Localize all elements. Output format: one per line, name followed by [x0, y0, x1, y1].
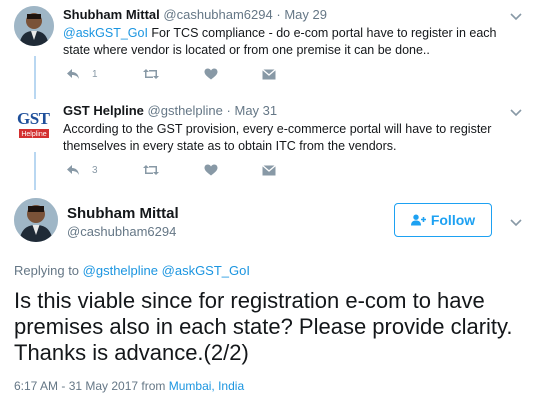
- follow-button[interactable]: Follow: [394, 203, 492, 237]
- tweet-header: GST Helpline @gsthelpline · May 31: [63, 103, 277, 118]
- display-name[interactable]: GST Helpline: [63, 103, 144, 118]
- reply-button[interactable]: 1: [66, 68, 98, 80]
- message-icon: [261, 164, 276, 175]
- reply-button[interactable]: 3: [66, 164, 98, 176]
- main-tweet-text: Is this viable since for registration e-…: [14, 288, 513, 365]
- chevron-down-icon[interactable]: [510, 8, 522, 26]
- main-tweet-handle-row: @cashubham6294: [67, 224, 176, 239]
- tweet-date[interactable]: May 31: [234, 103, 277, 118]
- tweet-actions: 3: [66, 162, 320, 178]
- display-name[interactable]: Shubham Mittal: [63, 7, 160, 22]
- message-icon: [261, 68, 276, 79]
- main-tweet-header: Shubham Mittal: [67, 205, 179, 222]
- like-icon: [204, 164, 218, 176]
- reply-count: 3: [92, 164, 98, 176]
- tweet-text: @askGST_GoI For TCS compliance - do e-co…: [63, 25, 518, 59]
- retweet-button[interactable]: [142, 68, 160, 80]
- tweet-2[interactable]: GST Helpline GST Helpline @gsthelpline ·…: [0, 96, 542, 192]
- follow-person-icon: [410, 214, 426, 226]
- display-name[interactable]: Shubham Mittal: [67, 205, 179, 222]
- tweet-date[interactable]: May 29: [284, 7, 327, 22]
- retweet-icon: [142, 165, 159, 175]
- user-handle[interactable]: @cashubham6294: [163, 7, 272, 22]
- replying-prefix: Replying to: [14, 263, 83, 278]
- separator-dot: ·: [226, 103, 231, 118]
- gst-helpline-logo[interactable]: GST Helpline: [14, 102, 54, 142]
- tweet-text: According to the GST provision, every e-…: [63, 122, 492, 153]
- reply-icon: [67, 165, 79, 175]
- separator-dot: ·: [276, 7, 281, 22]
- retweet-icon: [142, 69, 159, 79]
- retweet-button[interactable]: [142, 164, 160, 176]
- tweet-actions: 1: [66, 66, 320, 82]
- user-handle[interactable]: @cashubham6294: [67, 224, 176, 239]
- like-icon: [204, 68, 218, 80]
- user-handle[interactable]: @gsthelpline: [148, 103, 223, 118]
- svg-text:GST: GST: [17, 109, 51, 128]
- message-button[interactable]: [261, 68, 276, 80]
- tweet-timestamp: 6:17 AM - 31 May 2017 from Mumbai, India: [14, 379, 244, 393]
- timestamp-text[interactable]: 6:17 AM - 31 May 2017 from: [14, 379, 169, 393]
- like-button[interactable]: [204, 68, 218, 80]
- location-link[interactable]: Mumbai, India: [169, 379, 244, 393]
- replying-to: Replying to @gsthelpline @askGST_GoI: [14, 263, 250, 278]
- reply-icon: [67, 69, 79, 79]
- avatar[interactable]: [14, 6, 54, 46]
- mention-link[interactable]: @askGST_GoI: [162, 263, 250, 278]
- avatar[interactable]: [14, 198, 58, 242]
- svg-text:Helpline: Helpline: [21, 131, 46, 138]
- chevron-down-icon[interactable]: [510, 104, 522, 122]
- chevron-down-icon[interactable]: [510, 214, 522, 232]
- tweet-1[interactable]: Shubham Mittal @cashubham6294 · May 29 @…: [0, 0, 542, 96]
- mention-link[interactable]: @askGST_GoI: [63, 26, 148, 40]
- like-button[interactable]: [204, 164, 218, 176]
- reply-count: 1: [92, 68, 98, 80]
- mention-link[interactable]: @gsthelpline: [83, 263, 158, 278]
- follow-label: Follow: [430, 212, 476, 228]
- tweet-header: Shubham Mittal @cashubham6294 · May 29: [63, 7, 327, 22]
- message-button[interactable]: [261, 164, 276, 176]
